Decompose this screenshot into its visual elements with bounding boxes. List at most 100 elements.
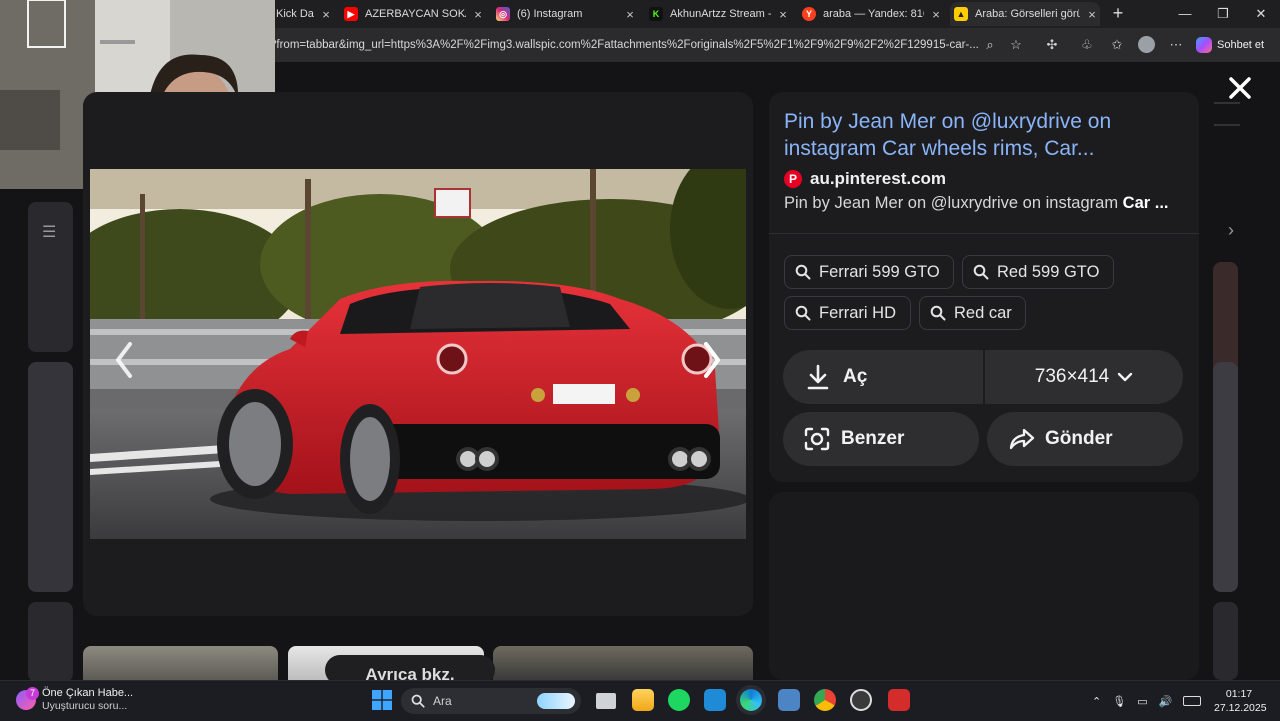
similar-images-button[interactable]: Benzer	[783, 412, 979, 466]
news-icon: 7	[16, 687, 39, 710]
obs-icon[interactable]	[850, 689, 872, 711]
close-viewer-button[interactable]	[1224, 72, 1256, 104]
edge-icon[interactable]	[740, 689, 762, 711]
minimize-icon[interactable]: —	[1166, 0, 1204, 28]
news-subtitle: Uyuşturucu soru...	[42, 700, 128, 712]
similar-label: Benzer	[841, 428, 905, 449]
chat-label: Sohbet et	[1217, 39, 1265, 51]
source-site[interactable]: P au.pinterest.com	[784, 168, 946, 190]
result-thumb[interactable]	[1213, 602, 1238, 680]
windows-start-icon[interactable]	[372, 690, 392, 710]
instagram-favicon: ◎	[496, 7, 510, 21]
red-ferrari-photo	[90, 169, 746, 539]
close-tab-icon[interactable]: ×	[928, 7, 944, 22]
file-explorer-icon[interactable]	[632, 689, 654, 711]
menu-icon[interactable]	[1214, 102, 1240, 126]
related-search-chip[interactable]: Ferrari 599 GTO	[784, 255, 954, 289]
yandex-images-favicon: ▲	[954, 7, 968, 21]
search-icon	[411, 694, 425, 708]
lens-search-icon	[804, 427, 830, 451]
tab-title: (6) Instagram	[517, 8, 583, 20]
tab-title: araba — Yandex: 816 b	[823, 8, 924, 20]
size-dropdown-button[interactable]: 736×414	[985, 350, 1183, 404]
tab[interactable]: Y araba — Yandex: 816 b ×	[802, 2, 944, 26]
source-title-link[interactable]: Pin by Jean Mer on @luxrydrive on instag…	[784, 108, 1184, 162]
result-thumb[interactable]	[28, 602, 73, 682]
store-icon[interactable]	[704, 689, 726, 711]
search-icon	[795, 264, 811, 280]
result-thumb[interactable]	[28, 362, 73, 592]
windows-taskbar: 7 Öne Çıkan Habe... Uyuşturucu soru... A…	[0, 680, 1280, 721]
related-search-chip[interactable]: Red 599 GTO	[962, 255, 1114, 289]
also-see-thumb[interactable]	[83, 646, 278, 680]
performance-icon[interactable]: ♧	[1078, 36, 1096, 54]
search-placeholder: Ara	[433, 694, 452, 708]
window-controls: — ❐ ✕	[1166, 0, 1280, 28]
next-image-button[interactable]	[692, 330, 732, 390]
open-label: Aç	[843, 366, 868, 387]
tab-title: Kick Dash	[276, 8, 314, 20]
close-tab-icon[interactable]: ×	[1084, 7, 1100, 22]
taskbar-search[interactable]: Ara	[401, 688, 581, 714]
related-search-chip[interactable]: Ferrari HD	[784, 296, 911, 330]
system-clock[interactable]: 01:17 27.12.2025	[1214, 687, 1267, 715]
zoom-icon[interactable]: ⌕	[981, 36, 999, 54]
close-tab-icon[interactable]: ×	[622, 7, 638, 22]
previous-image-button[interactable]	[104, 330, 144, 390]
search-icon	[930, 305, 946, 321]
close-window-icon[interactable]: ✕	[1242, 0, 1280, 28]
news-widget[interactable]: 7 Öne Çıkan Habe... Uyuşturucu soru...	[16, 687, 133, 713]
also-see-thumb[interactable]	[493, 646, 753, 680]
chevron-up-icon[interactable]: ⌃	[1092, 695, 1101, 708]
tab[interactable]: Kick Dash ×	[276, 2, 334, 26]
new-tab-button[interactable]: +	[1108, 3, 1128, 23]
yandex-favicon: Y	[802, 7, 816, 21]
chip-label: Ferrari HD	[819, 303, 896, 322]
volume-icon[interactable]: 🔊	[1159, 695, 1173, 708]
terminal-icon[interactable]	[778, 689, 800, 711]
tab[interactable]: ◎ (6) Instagram ×	[496, 2, 638, 26]
more-menu-icon[interactable]: ⋯	[1167, 36, 1185, 54]
result-thumb[interactable]	[1213, 362, 1238, 592]
tab-active[interactable]: ▲ Araba: Görselleri görün ×	[950, 2, 1100, 26]
related-search-chip[interactable]: Red car	[919, 296, 1026, 330]
source-domain: au.pinterest.com	[810, 169, 947, 188]
recording-app-icon[interactable]	[888, 689, 910, 711]
url-field[interactable]: ?from=tabbar&img_url=https%3A%2F%2Fimg3.…	[270, 35, 1000, 55]
size-label: 736×414	[1034, 366, 1110, 387]
close-tab-icon[interactable]: ×	[318, 7, 334, 22]
spotify-icon[interactable]	[668, 689, 690, 711]
task-view-icon[interactable]	[596, 693, 616, 709]
extensions-icon[interactable]: ✣	[1043, 36, 1061, 54]
microphone-icon[interactable]: 🎙	[1112, 695, 1126, 708]
close-tab-icon[interactable]: ×	[775, 7, 791, 22]
favorite-star-icon[interactable]: ☆	[1007, 36, 1025, 54]
search-icon	[795, 305, 811, 321]
network-icon[interactable]: ▭	[1137, 695, 1147, 708]
preview-image[interactable]	[90, 169, 746, 539]
tab[interactable]: ▶ AZERBAYCAN SOKAK L ×	[344, 2, 486, 26]
copilot-icon	[1196, 37, 1212, 53]
pinterest-icon: P	[784, 170, 802, 188]
share-button[interactable]: Gönder	[987, 412, 1183, 466]
profile-avatar[interactable]	[1138, 36, 1156, 54]
chevron-right-icon[interactable]: ›	[1228, 220, 1234, 241]
chevron-down-icon	[1118, 372, 1133, 382]
description-bold: Car ...	[1122, 194, 1169, 212]
divider	[769, 233, 1199, 234]
tab[interactable]: K AkhunArtzz Stream - W ×	[649, 2, 791, 26]
clock-date: 27.12.2025	[1214, 702, 1267, 714]
close-tab-icon[interactable]: ×	[470, 7, 486, 22]
search-icon	[973, 264, 989, 280]
favorites-icon[interactable]: ✩	[1108, 36, 1126, 54]
copilot-chat-button[interactable]: Sohbet et	[1196, 34, 1264, 56]
image-description: Pin by Jean Mer on @luxrydrive on instag…	[784, 194, 1194, 213]
chrome-icon[interactable]	[814, 689, 836, 711]
battery-icon[interactable]	[1183, 696, 1202, 706]
chevron-right-icon	[704, 342, 720, 378]
system-tray: ⌃ 🎙 ▭ 🔊	[1092, 681, 1202, 721]
share-arrow-icon	[1009, 428, 1035, 450]
open-image-button[interactable]: Aç	[783, 350, 983, 404]
restore-icon[interactable]: ❐	[1204, 0, 1242, 28]
filter-icon[interactable]: ☰	[42, 222, 56, 242]
